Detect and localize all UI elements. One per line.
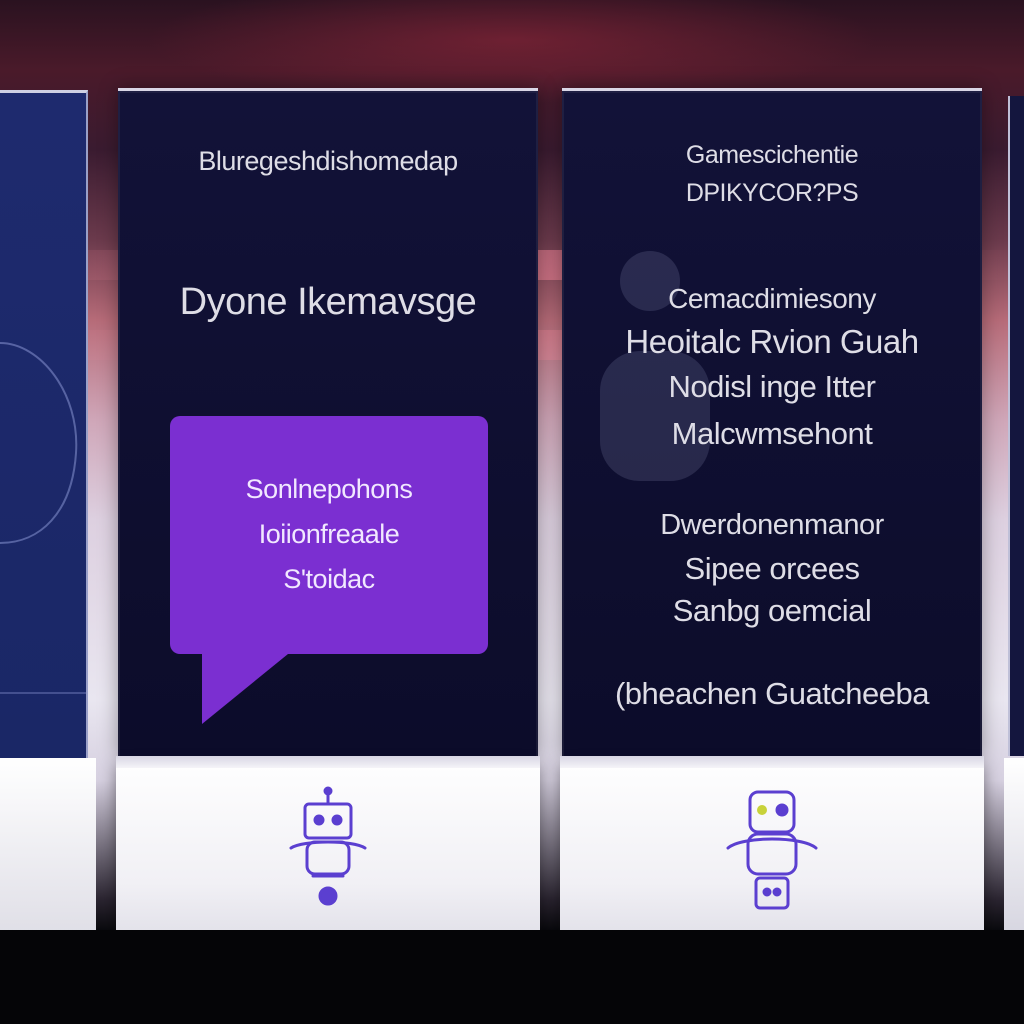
display-1-bubble-line: Ioiionfreaale bbox=[258, 519, 400, 549]
display-2-body-line: Sanbg oemcial bbox=[672, 593, 872, 628]
display-2-headline-line: Cemacdimiesony bbox=[668, 283, 876, 314]
display-1-speech-bubble: Sonlnepohons Ioiionfreaale S'toidac bbox=[170, 416, 488, 654]
display-1-screen: Bluregeshdishomedap Dyone Ikemavsge Sonl… bbox=[118, 88, 538, 758]
display-2-body-line: Dwerdonenmanor bbox=[660, 509, 884, 541]
right-display-panel bbox=[1008, 96, 1024, 756]
display-2-header-line: Gamescichentie bbox=[685, 141, 859, 169]
display-1-bubble-tail bbox=[202, 654, 288, 724]
display-1-headline: Dyone Ikemavsge bbox=[179, 281, 477, 323]
display-2-headline-line: Heoitalc Rvion Guah bbox=[625, 323, 919, 360]
display-2-body-line: Sipee orcees bbox=[684, 551, 860, 586]
display-2-base-rim bbox=[560, 756, 984, 768]
display-2-headline-line: Nodisl inge Itter bbox=[668, 369, 876, 404]
display-2-screen: Gamescichentie DPIKYCOR?PS Cemacdimieson… bbox=[562, 88, 982, 758]
display-1-bubble-line: Sonlnepohons bbox=[245, 474, 413, 504]
display-1: Bluregeshdishomedap Dyone Ikemavsge Sonl… bbox=[116, 88, 540, 968]
display-2-ghost-graphic bbox=[600, 251, 710, 481]
left-display-base bbox=[0, 758, 96, 954]
robot-icon bbox=[289, 786, 367, 906]
display-2-headline-line: Malcwmsehont bbox=[671, 416, 873, 451]
display-2-header-line: DPIKYCOR?PS bbox=[685, 179, 859, 207]
display-2-footer: (bheachen Guatcheeba bbox=[614, 676, 930, 711]
display-2: Gamescichentie DPIKYCOR?PS Cemacdimieson… bbox=[560, 88, 984, 968]
floor-shadow bbox=[0, 930, 1024, 1024]
display-1-bubble-line: S'toidac bbox=[283, 564, 375, 594]
left-display-graphic bbox=[0, 342, 86, 694]
display-1-header: Bluregeshdishomedap bbox=[198, 146, 458, 176]
robot-icon bbox=[726, 790, 818, 910]
right-display-base bbox=[1004, 758, 1024, 938]
left-display-panel bbox=[0, 90, 88, 761]
display-1-base-rim bbox=[116, 756, 540, 768]
